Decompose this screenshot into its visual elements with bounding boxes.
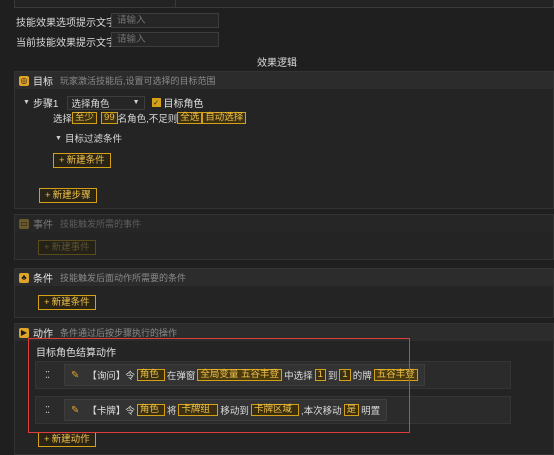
play-icon: ▶: [19, 327, 29, 338]
hint-text-label: 技能效果选项提示文字: [16, 18, 116, 29]
hint-text-input[interactable]: [111, 13, 219, 28]
new-event-label: 新建事件: [51, 242, 90, 253]
logic-title: 效果逻辑: [257, 58, 297, 69]
select-rule-line: 选择 至少 99 名角色,不足则 全选 自动选择: [53, 111, 247, 125]
role-select[interactable]: 选择角色 ▼: [66, 95, 145, 110]
token-auto-select[interactable]: 自动选择: [202, 112, 247, 124]
event-section-header: ▭ 事件 技能触发所需的事件: [15, 215, 553, 232]
new-step-label: 新建步骤: [52, 190, 91, 201]
new-action-label: 新建动作: [51, 434, 90, 445]
current-hint-input[interactable]: [111, 32, 219, 47]
plus-icon: +: [44, 297, 50, 308]
event-subtitle: 技能触发所需的事件: [60, 219, 142, 229]
new-event-button[interactable]: + 新建事件: [38, 240, 96, 255]
step-row: ▼ 步骤1 选择角色 ▼ ✓ 目标角色: [23, 95, 204, 110]
select-prefix: 选择: [53, 114, 73, 125]
new-filter-condition-button[interactable]: + 新建条件: [53, 153, 111, 168]
target-role-label: 目标角色: [163, 99, 204, 110]
filter-label: 目标过滤条件: [64, 134, 122, 145]
new-action-button[interactable]: + 新建动作: [38, 432, 96, 447]
new-condition-label: 新建条件: [51, 297, 90, 308]
highlight-box: [28, 338, 410, 433]
condition-subtitle: 技能触发后面动作所需要的条件: [60, 273, 187, 283]
filter-row[interactable]: ▼ 目标过滤条件: [55, 131, 122, 145]
new-filter-condition-label: 新建条件: [66, 155, 105, 166]
target-icon: ◎: [19, 75, 29, 86]
event-icon: ▭: [19, 218, 29, 229]
condition-icon: ♣: [19, 272, 29, 283]
filter-caret-icon: ▼: [55, 134, 62, 142]
target-section-header: ◎ 目标 玩家激活技能后,设置可选择的目标范围: [15, 72, 553, 89]
plus-icon: +: [59, 155, 65, 166]
collapse-caret-icon[interactable]: ▼: [23, 99, 30, 106]
condition-section-header: ♣ 条件 技能触发后面动作所需要的条件: [15, 269, 553, 286]
current-hint-label: 当前技能效果提示文字: [16, 38, 116, 49]
event-title: 事件: [33, 220, 53, 231]
condition-section: ♣ 条件 技能触发后面动作所需要的条件: [14, 268, 554, 318]
plus-icon: +: [44, 434, 50, 445]
target-subtitle: 玩家激活技能后,设置可选择的目标范围: [60, 76, 216, 86]
top-panel-divider: [175, 0, 176, 8]
new-condition-button[interactable]: + 新建条件: [38, 295, 96, 310]
new-step-button[interactable]: + 新建步骤: [39, 188, 97, 203]
token-at-least[interactable]: 至少: [72, 112, 98, 124]
role-select-value: 选择角色: [71, 98, 110, 110]
top-panel-edge: [14, 0, 554, 8]
count-suffix: 名角色,不足则: [117, 114, 178, 125]
token-select-all[interactable]: 全选: [177, 112, 203, 124]
chevron-down-icon: ▼: [132, 99, 140, 106]
token-count[interactable]: 99: [101, 112, 118, 124]
condition-title: 条件: [33, 274, 53, 285]
plus-icon: +: [45, 190, 51, 201]
step-label: 步骤1: [32, 99, 59, 110]
plus-icon: +: [44, 242, 50, 253]
target-role-checkbox[interactable]: ✓: [151, 98, 161, 107]
target-title: 目标: [33, 77, 53, 88]
